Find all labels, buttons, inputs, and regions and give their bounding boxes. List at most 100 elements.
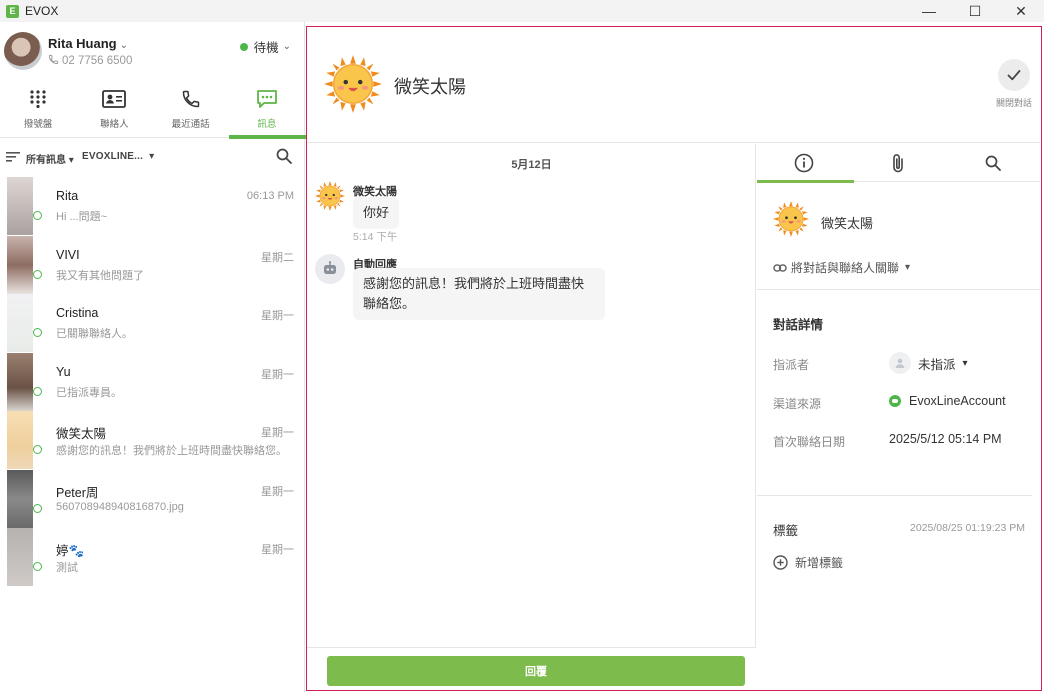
assignee-dropdown[interactable]: 未指派 ▾ [889, 352, 968, 374]
sort-filter-icon[interactable] [6, 151, 20, 163]
conversation-item[interactable]: 婷🐾 星期一 測試 [0, 528, 305, 587]
link-contact-dropdown[interactable]: 將對話與聯絡人關聯 ▾ [773, 259, 910, 276]
avatar [7, 411, 42, 469]
user-phone: 02 7756 6500 [48, 54, 132, 67]
assignee-label: 指派者 [773, 358, 810, 372]
message-time: 5:14 下午 [353, 231, 398, 243]
link-icon [773, 263, 787, 272]
online-indicator [33, 211, 42, 220]
conversation-item[interactable]: Peter周 星期一 560708948940816870.jpg [0, 469, 305, 529]
conversation-item[interactable]: VIVI 星期二 我又有其他問題了 [0, 235, 305, 295]
chat-header: 微笑太陽 關閉對話 [307, 27, 1040, 143]
reply-bar: 回覆 [307, 647, 756, 690]
info-icon [794, 153, 814, 173]
line-channel-icon [889, 395, 901, 407]
conversation-time: 星期一 [261, 368, 294, 381]
phone-icon [181, 88, 201, 110]
date-separator: 5月12日 [511, 159, 552, 171]
filter-bar: 所有訊息 ▾ EVOXLINE... ▾ [0, 146, 305, 170]
user-avatar[interactable] [4, 32, 42, 70]
info-tabs [757, 144, 1040, 183]
status-dropdown[interactable]: 待機 ⌄ [239, 37, 291, 56]
chevron-down-icon: ⌄ [119, 40, 129, 51]
close-window-button[interactable]: ✕ [998, 0, 1044, 22]
conversation-preview: Hi ...問題~ [56, 211, 108, 223]
avatar [7, 469, 42, 528]
conversation-time: 星期一 [261, 427, 294, 439]
account-filter-dropdown[interactable]: EVOXLINE... ▾ [82, 151, 154, 162]
tab-recent-calls[interactable]: 最近通話 [153, 84, 229, 138]
conversation-time: 06:13 PM [246, 190, 294, 202]
tags-title: 標籤 [773, 524, 799, 538]
tags-timestamp: 2025/08/25 01:19:23 PM [909, 522, 1025, 534]
tab-recent-calls-label: 最近通話 [171, 119, 210, 130]
status-dot [239, 42, 248, 51]
tab-search[interactable] [946, 144, 1040, 182]
conversation-name: Rita [56, 189, 79, 203]
channel-label: 渠道來源 [773, 397, 822, 411]
avatar [7, 528, 42, 586]
conversation-list: Rita 06:13 PM Hi ...問題~ VIVI 星期二 我又有其他問題… [0, 177, 305, 587]
online-indicator [33, 445, 42, 454]
channel-value: EvoxLineAccount [889, 394, 1006, 408]
tab-messages-label: 訊息 [257, 119, 277, 130]
online-indicator [33, 269, 42, 279]
title-bar: E EVOX — ☐ ✕ [0, 0, 1044, 22]
maximize-button[interactable]: ☐ [952, 0, 998, 22]
user-placeholder-icon [889, 352, 911, 374]
search-icon [985, 155, 1001, 171]
conversation-item[interactable]: Rita 06:13 PM Hi ...問題~ [0, 177, 305, 236]
message-filter-dropdown[interactable]: 所有訊息 ▾ [26, 151, 74, 166]
app-logo: E [6, 4, 19, 18]
robot-icon [324, 261, 336, 274]
tab-contacts[interactable]: 聯絡人 [76, 84, 152, 138]
user-name: Rita Huang [48, 36, 117, 51]
caret-down-icon: ▾ [962, 357, 968, 369]
phone-small-icon [48, 54, 59, 65]
sun-avatar-icon [773, 201, 809, 237]
search-icon[interactable] [276, 148, 292, 164]
conversation-preview: 我又有其他問題了 [56, 269, 144, 282]
online-indicator [33, 503, 42, 513]
message-bubble: 你好 [353, 197, 400, 229]
conversation-item[interactable]: Cristina 星期一 已關聯聯絡人。 [0, 294, 305, 353]
tab-messages[interactable]: 訊息 [228, 84, 307, 139]
divider [757, 289, 1040, 290]
close-conversation-label: 關閉對話 [995, 98, 1032, 108]
first-contact-value: 2025/5/12 05:14 PM [889, 432, 1002, 446]
conversation-item[interactable]: 微笑太陽 星期一 感謝您的訊息！我們將於上班時間盡快聯絡您。 [0, 411, 305, 470]
conversation-name: 微笑太陽 [56, 427, 107, 441]
user-name-menu[interactable]: Rita Huang ⌄ [48, 36, 128, 51]
contact-card-icon [102, 88, 127, 110]
reply-button[interactable]: 回覆 [327, 656, 745, 686]
status-label: 待機 [253, 41, 279, 55]
conversation-item[interactable]: Yu 星期一 已指派專員。 [0, 352, 305, 412]
add-tag-button[interactable]: 新增標籤 [773, 554, 843, 571]
conversation-name: VIVI [56, 247, 80, 262]
minimize-button[interactable]: — [906, 0, 952, 22]
info-panel: 微笑太陽 將對話與聯絡人關聯 ▾ 對話詳情 指派者 未指派 ▾ 渠道來源 Evo… [757, 144, 1040, 690]
message-bubble: 感謝您的訊息！我們將於上班時間盡快 聯絡您。 [353, 268, 605, 320]
close-conversation-button[interactable]: 關閉對話 [992, 59, 1036, 109]
tab-info[interactable] [757, 144, 855, 183]
paperclip-icon [893, 154, 904, 173]
caret-down-icon: ▾ [905, 262, 911, 273]
message-area: 5月12日 微笑太陽 你好 5:14 下午 自動回應 感謝您的訊息！我們將於上班… [307, 144, 756, 690]
window-controls: — ☐ ✕ [906, 0, 1044, 22]
conversation-time: 星期一 [261, 310, 294, 322]
first-contact-label: 首次聯絡日期 [773, 435, 846, 449]
bot-avatar [315, 254, 345, 284]
online-indicator [33, 386, 42, 396]
conversation-name: Cristina [56, 306, 99, 320]
avatar [7, 177, 42, 235]
info-contact-name: 微笑太陽 [821, 216, 874, 231]
conversation-preview: 已關聯聯絡人。 [56, 328, 133, 340]
online-indicator [33, 562, 42, 571]
tab-dialpad[interactable]: 撥號盤 [0, 84, 76, 138]
conversation-time: 星期二 [261, 251, 294, 264]
divider [757, 495, 1032, 496]
tab-attachments[interactable] [851, 144, 945, 182]
conversation-name: 婷🐾 [56, 544, 85, 558]
checkmark-icon [998, 59, 1030, 91]
tab-contacts-label: 聯絡人 [100, 119, 129, 130]
